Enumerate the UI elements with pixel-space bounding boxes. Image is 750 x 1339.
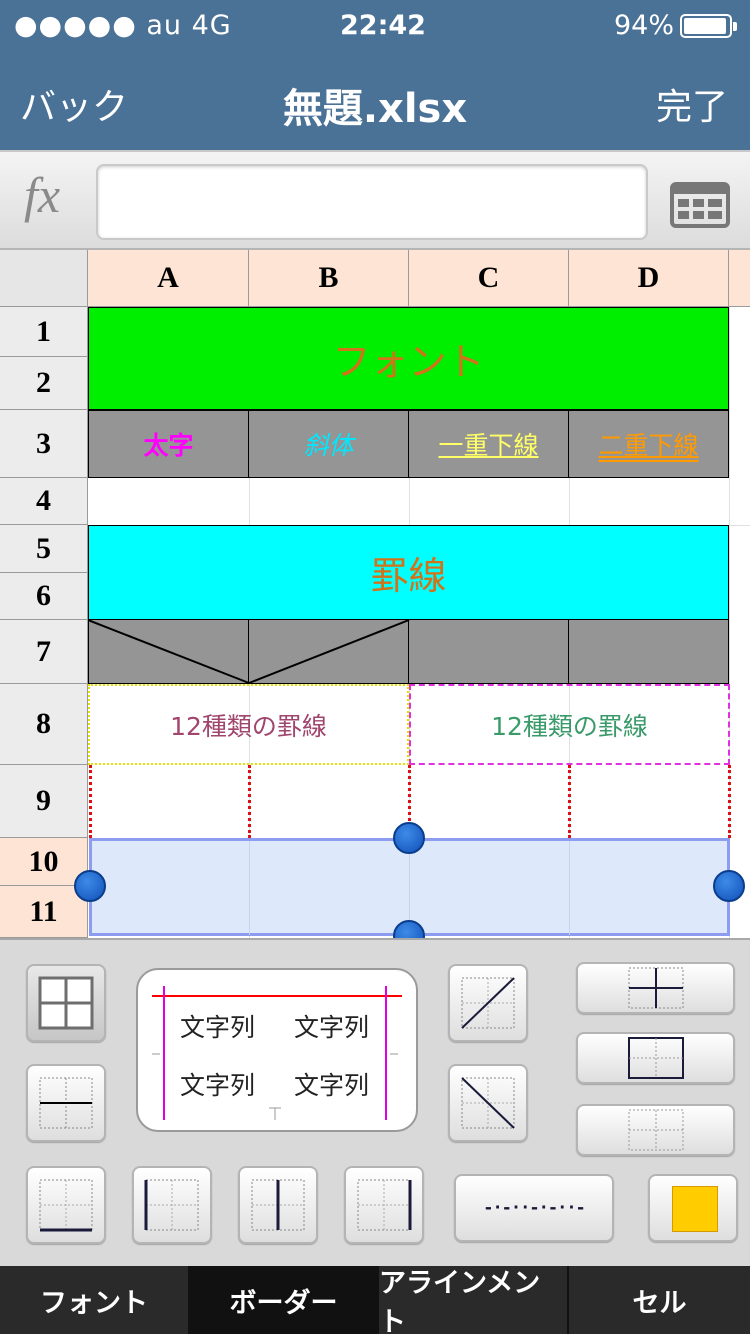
border-diagonal-down-button[interactable] bbox=[448, 1064, 528, 1142]
row-header-5[interactable]: 5 bbox=[0, 525, 88, 573]
border-inner-vertical-icon bbox=[251, 1179, 305, 1231]
cell-c8-d8[interactable]: 12種類の罫線 bbox=[409, 684, 730, 765]
preview-text-4: 文字列 bbox=[294, 1071, 370, 1100]
cell-border-title: 罫線 bbox=[370, 554, 447, 598]
border-none-icon bbox=[628, 1109, 684, 1151]
italic-sample: 斜体 bbox=[303, 431, 354, 460]
border-inner-vertical-button[interactable] bbox=[238, 1166, 318, 1244]
navigation-bar: バック 無題.xlsx 完了 bbox=[0, 52, 750, 150]
cell-b3[interactable]: 斜体 bbox=[249, 410, 409, 478]
border-right-button[interactable] bbox=[344, 1166, 424, 1244]
single-underline-sample: 一重下線 bbox=[438, 431, 539, 460]
keyboard-grid-icon[interactable] bbox=[668, 180, 732, 230]
border-inner-horizontal-icon bbox=[39, 1077, 93, 1129]
tab-border[interactable]: ボーダー bbox=[190, 1266, 379, 1334]
cell-a8-b8[interactable]: 12種類の罫線 bbox=[88, 684, 409, 765]
border-all-button[interactable] bbox=[26, 964, 106, 1042]
preview-text-2: 文字列 bbox=[294, 1013, 370, 1042]
border-inner-horizontal-button[interactable] bbox=[26, 1064, 106, 1142]
cell-c7[interactable] bbox=[409, 620, 569, 684]
done-button[interactable]: 完了 bbox=[656, 78, 728, 130]
formula-bar: fx bbox=[0, 150, 750, 250]
border-outline-icon bbox=[628, 1037, 684, 1079]
column-header-c[interactable]: C bbox=[409, 250, 569, 307]
border-color-button[interactable] bbox=[648, 1174, 738, 1242]
column-header-e[interactable] bbox=[729, 250, 750, 307]
cell-a5-d6[interactable]: 罫線 bbox=[88, 525, 729, 620]
border-all-icon bbox=[38, 976, 94, 1030]
preview-text-3: 文字列 bbox=[180, 1071, 256, 1100]
carrier-signal: ●●●●● au 4G bbox=[14, 10, 232, 41]
row-header-11[interactable]: 11 bbox=[0, 886, 88, 938]
row-header-8[interactable]: 8 bbox=[0, 684, 88, 765]
border-left-icon bbox=[144, 1179, 199, 1231]
selection-handle-left[interactable] bbox=[74, 870, 106, 902]
border-left-button[interactable] bbox=[132, 1166, 212, 1244]
border-panel: 文字列 文字列 文字列 文字列 -·-··-·-··- bbox=[0, 938, 750, 1266]
row-header-2[interactable]: 2 bbox=[0, 357, 88, 410]
bold-sample: 太字 bbox=[143, 431, 194, 460]
border-types-label-left: 12種類の罫線 bbox=[170, 711, 327, 741]
preview-text-1: 文字列 bbox=[180, 1013, 256, 1042]
status-bar: ●●●●● au 4G 22:42 94% bbox=[0, 0, 750, 52]
tab-bar: フォント ボーダー アラインメント セル bbox=[0, 1266, 750, 1338]
column-header-b[interactable]: B bbox=[249, 250, 409, 307]
battery-icon bbox=[680, 14, 737, 38]
double-underline-sample: 二重下線 bbox=[598, 431, 699, 460]
diagonal-borders bbox=[88, 620, 410, 684]
cell-d7[interactable] bbox=[569, 620, 729, 684]
cell-d3[interactable]: 二重下線 bbox=[569, 410, 729, 478]
battery-percent: 94% bbox=[614, 10, 675, 41]
status-time: 22:42 bbox=[340, 10, 426, 41]
border-inner-icon bbox=[628, 967, 684, 1009]
border-diagonal-up-button[interactable] bbox=[448, 964, 528, 1042]
border-diagonal-down-icon bbox=[461, 1077, 515, 1129]
column-header-d[interactable]: D bbox=[569, 250, 729, 307]
border-right-icon bbox=[357, 1179, 412, 1231]
border-outline-button[interactable] bbox=[576, 1032, 735, 1084]
cell-font-title: フォント bbox=[332, 340, 485, 384]
row-header-7[interactable]: 7 bbox=[0, 620, 88, 684]
row-header-3[interactable]: 3 bbox=[0, 410, 88, 478]
line-style-sample: -·-··-·-··- bbox=[483, 1198, 586, 1218]
border-types-label-right: 12種類の罫線 bbox=[491, 711, 648, 741]
tab-alignment[interactable]: アラインメント bbox=[379, 1266, 569, 1338]
row-header-9[interactable]: 9 bbox=[0, 765, 88, 838]
border-preview: 文字列 文字列 文字列 文字列 bbox=[136, 968, 418, 1132]
border-bottom-icon bbox=[39, 1179, 93, 1232]
color-swatch bbox=[672, 1186, 718, 1232]
corner-cell bbox=[0, 250, 88, 307]
cell-a3[interactable]: 太字 bbox=[88, 410, 249, 478]
border-inner-button[interactable] bbox=[576, 962, 735, 1014]
border-diagonal-up-icon bbox=[461, 977, 515, 1029]
row-header-1[interactable]: 1 bbox=[0, 307, 88, 357]
selection-handle-top[interactable] bbox=[393, 822, 425, 854]
border-bottom-button[interactable] bbox=[26, 1166, 106, 1244]
tab-cell[interactable]: セル bbox=[569, 1266, 750, 1334]
spreadsheet[interactable]: A B C D 1 2 3 4 5 6 7 8 9 10 11 フォント 太字 … bbox=[0, 250, 750, 938]
tab-font[interactable]: フォント bbox=[0, 1266, 190, 1334]
column-header-a[interactable]: A bbox=[88, 250, 249, 307]
page-title: 無題.xlsx bbox=[282, 86, 468, 132]
formula-input[interactable] bbox=[96, 164, 648, 240]
border-none-button[interactable] bbox=[576, 1104, 735, 1156]
row-header-4[interactable]: 4 bbox=[0, 478, 88, 525]
fx-icon: fx bbox=[24, 167, 61, 223]
cell-c3[interactable]: 一重下線 bbox=[409, 410, 569, 478]
cell-a1-d2[interactable]: フォント bbox=[88, 307, 729, 410]
line-style-button[interactable]: -·-··-·-··- bbox=[454, 1174, 614, 1242]
border-preview-lines bbox=[152, 986, 402, 1120]
selection-handle-right[interactable] bbox=[713, 870, 745, 902]
row-header-6[interactable]: 6 bbox=[0, 573, 88, 620]
